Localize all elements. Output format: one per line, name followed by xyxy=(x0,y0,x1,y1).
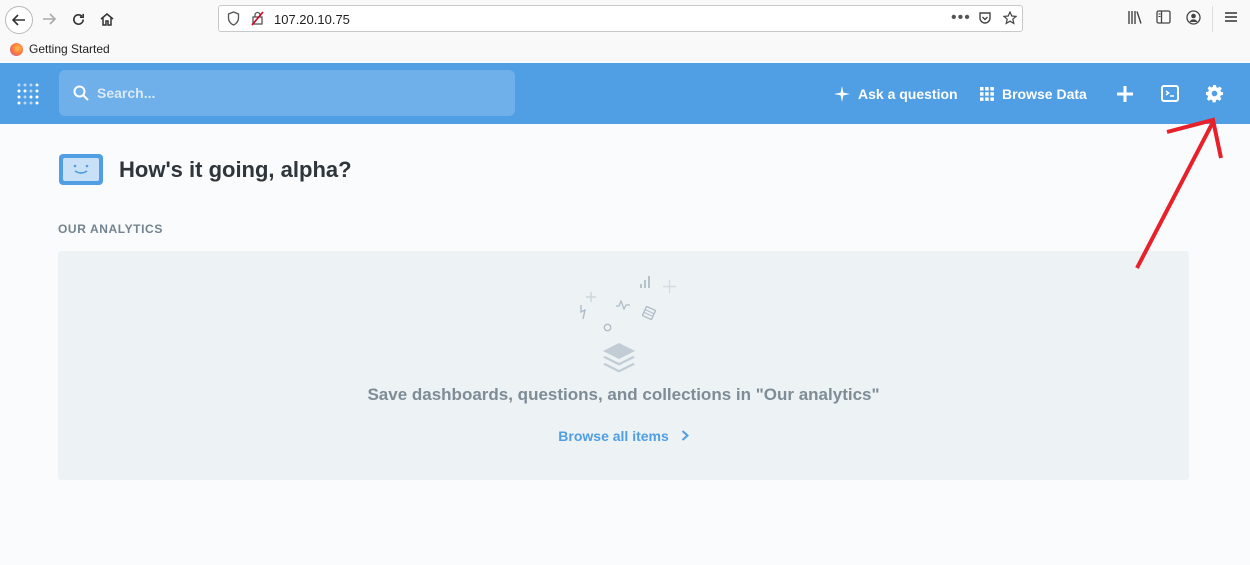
pocket-icon[interactable] xyxy=(978,11,992,28)
ask-question-label: Ask a question xyxy=(858,85,958,102)
reload-icon[interactable] xyxy=(65,6,91,32)
bookmarks-bar: Getting Started xyxy=(0,38,1250,62)
grid-icon xyxy=(980,86,994,101)
empty-state-message: Save dashboards, questions, and collecti… xyxy=(367,385,880,404)
chevron-right-icon xyxy=(681,430,689,441)
search-icon xyxy=(73,85,89,101)
plus-deco-icon-2 xyxy=(663,280,676,298)
url-text[interactable]: 107.20.10.75 xyxy=(274,12,350,27)
circle-deco-icon xyxy=(603,319,612,337)
page-title: How's it going, alpha? xyxy=(119,156,352,182)
library-icon[interactable] xyxy=(1127,10,1142,28)
table-deco-icon xyxy=(641,305,657,325)
bookmark-label: Getting Started xyxy=(29,42,110,56)
menu-icon[interactable] xyxy=(1224,10,1238,27)
home-icon[interactable] xyxy=(94,6,120,32)
browse-all-items-link[interactable]: Browse all items xyxy=(58,428,1189,444)
plus-icon xyxy=(1117,85,1133,102)
browse-all-items-label: Browse all items xyxy=(558,428,669,444)
ask-question-button[interactable]: Ask a question xyxy=(834,63,958,124)
search-input[interactable]: Search... xyxy=(59,70,515,116)
sidebar-icon[interactable] xyxy=(1156,10,1171,27)
our-analytics-empty-state: Save dashboards, questions, and collecti… xyxy=(58,251,1189,480)
back-icon[interactable] xyxy=(5,6,33,34)
greeting: How's it going, alpha? xyxy=(58,153,352,186)
collection-stack-icon xyxy=(601,342,637,379)
lock-warning-icon[interactable] xyxy=(251,11,264,29)
bookmark-getting-started[interactable]: Getting Started xyxy=(10,42,110,56)
bolt-deco-icon xyxy=(578,305,587,324)
smiley-screen-icon xyxy=(59,154,103,185)
plus-deco-icon xyxy=(586,289,596,307)
metabase-logo[interactable] xyxy=(17,83,41,105)
pulse-deco-icon xyxy=(616,297,630,315)
gear-icon xyxy=(1205,84,1224,103)
toolbar-divider xyxy=(1212,6,1213,32)
section-title: OUR ANALYTICS xyxy=(58,222,163,236)
search-placeholder: Search... xyxy=(97,85,156,101)
sql-icon xyxy=(1161,85,1179,102)
browser-toolbar: 107.20.10.75 ••• xyxy=(0,0,1250,39)
shield-icon[interactable] xyxy=(227,11,240,29)
bar-chart-deco-icon xyxy=(639,275,651,293)
app-header: Search... Ask a question Browse Data xyxy=(0,63,1250,124)
sparkle-icon xyxy=(834,85,850,102)
firefox-icon xyxy=(10,42,23,56)
account-icon[interactable] xyxy=(1186,10,1201,28)
star-icon[interactable] xyxy=(1002,10,1018,28)
browse-data-button[interactable]: Browse Data xyxy=(980,63,1087,124)
url-bar[interactable]: 107.20.10.75 ••• xyxy=(218,5,1023,32)
forward-icon[interactable] xyxy=(36,6,62,32)
browse-data-label: Browse Data xyxy=(1002,85,1087,102)
more-icon[interactable]: ••• xyxy=(951,9,971,27)
annotation-arrow xyxy=(1135,117,1223,269)
